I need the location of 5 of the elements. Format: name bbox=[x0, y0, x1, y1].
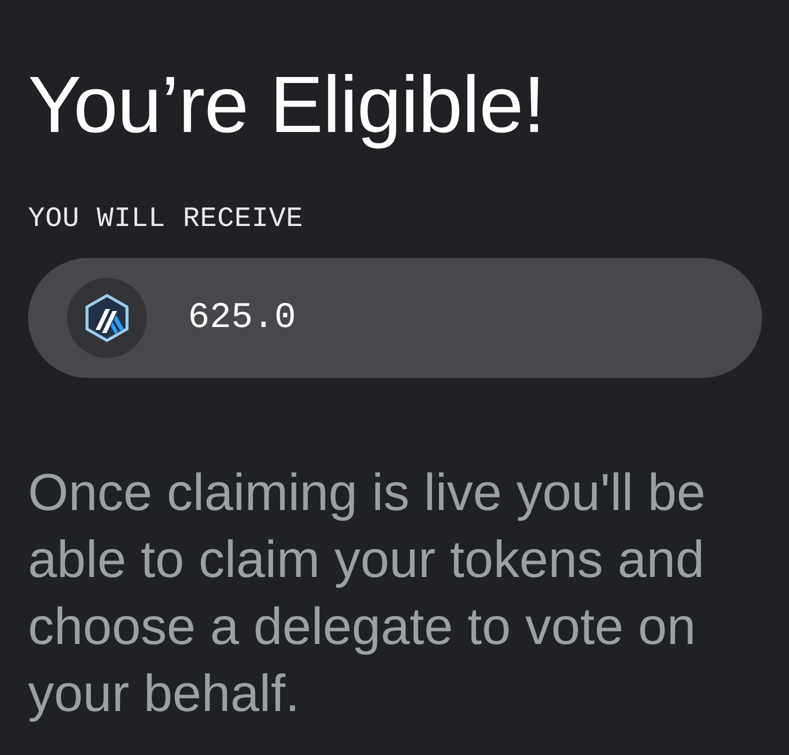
token-logo-icon bbox=[67, 278, 147, 358]
token-amount: 625.0 bbox=[188, 296, 296, 340]
section-label: YOU WILL RECEIVE bbox=[28, 203, 304, 237]
description-text: Once claiming is live you'll be able to claim your tokens and choose a delegate to vote on your behalf. bbox=[28, 463, 707, 725]
page-title: You’re Eligible! bbox=[28, 59, 545, 151]
